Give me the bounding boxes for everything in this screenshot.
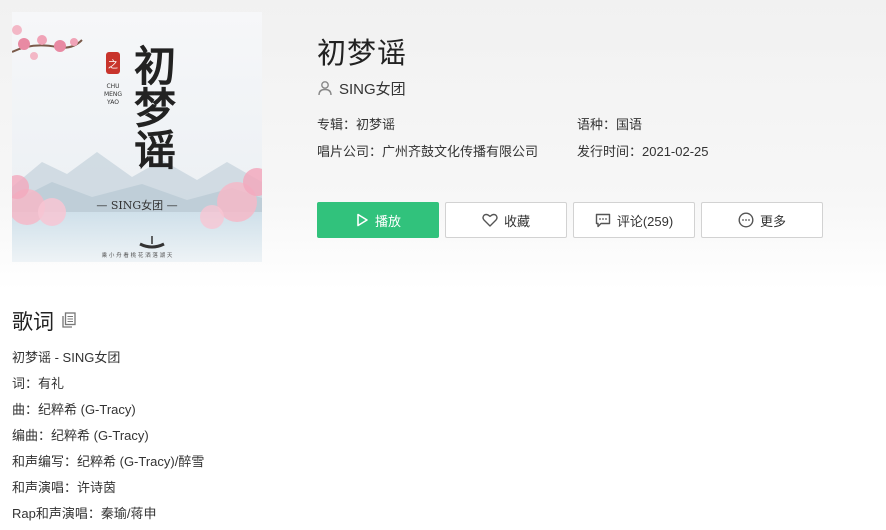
lyric-line: 初梦谣 - SING女团 xyxy=(12,350,121,365)
company-value: 广州齐鼓文化传播有限公司 xyxy=(382,144,539,159)
play-button[interactable]: 播放 xyxy=(317,202,439,238)
lyric-line: 和声编写：纪粹希 (G-Tracy)/醉雪 xyxy=(12,454,205,469)
favorite-label: 收藏 xyxy=(503,213,530,229)
album-label: 专辑： xyxy=(317,117,357,132)
heart-icon xyxy=(482,213,498,227)
company-info: 唱片公司：广州齐鼓文化传播有限公司 xyxy=(317,141,538,160)
language-value: 国语 xyxy=(616,117,643,132)
play-label: 播放 xyxy=(374,213,401,229)
cover-pinyin-2: MENG xyxy=(104,91,122,98)
language-info: 语种：国语 xyxy=(577,114,642,133)
lyrics-body: 初梦谣 - SING女团 词：有礼 曲：纪粹希 (G-Tracy) 编曲：纪粹希… xyxy=(12,345,204,527)
cover-seal: 之 xyxy=(108,58,118,71)
lyric-line: 和声演唱：许诗茵 xyxy=(12,480,117,495)
release-date: 2021-02-25 xyxy=(642,144,709,159)
favorite-button[interactable]: 收藏 xyxy=(445,202,567,238)
copy-icon[interactable] xyxy=(62,312,76,333)
album-info: 专辑：初梦谣 xyxy=(317,114,395,133)
cover-title: 初梦谣 xyxy=(128,44,177,170)
lyric-line: Rap和声演唱：秦瑜/蒋申 xyxy=(12,506,157,521)
song-title: 初梦谣 xyxy=(317,38,408,70)
more-button[interactable]: 更多 xyxy=(701,202,823,238)
release-label: 发行时间： xyxy=(577,144,643,159)
singer-name[interactable]: SING女团 xyxy=(339,78,406,99)
singer-icon xyxy=(317,80,333,96)
comment-button[interactable]: 评论(259) xyxy=(573,202,695,238)
company-label: 唱片公司： xyxy=(317,144,383,159)
more-icon xyxy=(738,212,754,228)
cover-pinyin-1: CHU xyxy=(106,83,119,90)
lyric-line: 编曲：纪粹希 (G-Tracy) xyxy=(12,428,149,443)
play-icon xyxy=(355,213,369,227)
album-link[interactable]: 初梦谣 xyxy=(356,117,395,132)
cover-footer: 乘 小 舟 看 桃 花 洒 落 湖 天 xyxy=(102,251,173,259)
lyric-line: 曲：纪粹希 (G-Tracy) xyxy=(12,402,136,417)
cover-pinyin-3: YAO xyxy=(106,99,119,106)
singer-link[interactable]: SING女团 xyxy=(317,78,406,98)
comment-icon xyxy=(595,213,611,228)
release-info: 发行时间：2021-02-25 xyxy=(577,141,709,160)
album-cover[interactable]: 之 CHU MENG YAO 初梦谣 — SING女团 — 乘 小 舟 看 桃 … xyxy=(12,12,262,262)
lyric-line: 词：有礼 xyxy=(12,376,65,391)
language-label: 语种： xyxy=(577,117,617,132)
lyrics-heading: 歌词 xyxy=(12,311,54,334)
cover-artist: — SING女团 — xyxy=(96,198,177,212)
more-label: 更多 xyxy=(759,213,786,229)
album-cover-art: 之 CHU MENG YAO 初梦谣 — SING女团 — 乘 小 舟 看 桃 … xyxy=(12,12,262,262)
comment-label: 评论(259) xyxy=(616,213,674,229)
